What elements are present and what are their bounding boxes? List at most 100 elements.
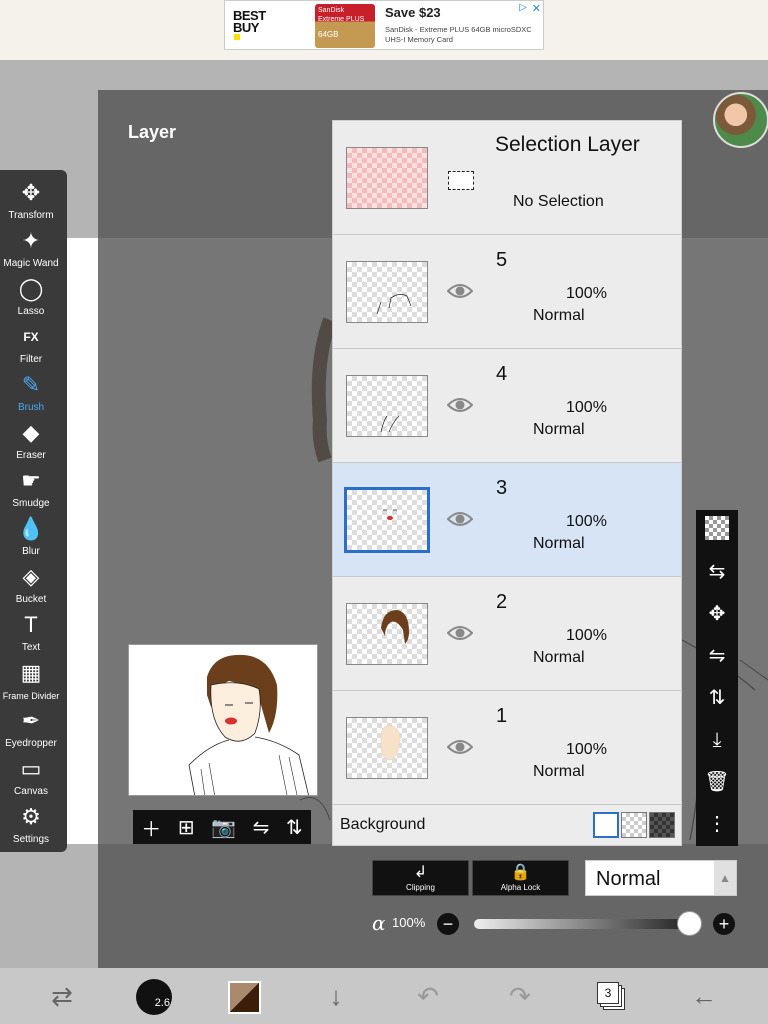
color-swatch[interactable]: [228, 981, 261, 1014]
tool-eraser[interactable]: ◆ Eraser: [0, 418, 62, 466]
tool-text[interactable]: T Text: [0, 610, 62, 658]
magic-wand-icon: ✦: [21, 228, 41, 253]
layer-thumbnail: [346, 261, 428, 323]
layer-blend-mode: Normal: [533, 307, 585, 324]
back-arrow-icon[interactable]: ←: [686, 978, 722, 1014]
eye-icon[interactable]: [446, 738, 474, 756]
eye-icon[interactable]: [446, 510, 474, 528]
tool-settings[interactable]: ⚙ Settings: [0, 802, 62, 850]
tool-label: Eraser: [16, 450, 46, 461]
user-avatar[interactable]: [713, 92, 768, 148]
tool-smudge[interactable]: ☛ Smudge: [0, 466, 62, 514]
opacity-decrease-button[interactable]: −: [436, 912, 460, 936]
layer-row-2[interactable]: 2 100% Normal: [333, 577, 681, 691]
alpha-symbol: α: [372, 911, 386, 935]
move-layer-icon[interactable]: ✥: [703, 600, 731, 628]
clipping-icon: ↲: [413, 864, 428, 881]
eye-icon[interactable]: [446, 396, 474, 414]
canvas-preview[interactable]: [128, 644, 318, 796]
layer-row-5[interactable]: 5 100% Normal: [333, 235, 681, 349]
swap-layer-icon[interactable]: ⇆: [703, 558, 731, 586]
undo-icon[interactable]: ↶: [410, 978, 446, 1014]
flip-vertical-icon[interactable]: ⇅: [703, 684, 731, 712]
eye-icon[interactable]: [446, 282, 474, 300]
down-arrow-icon[interactable]: ↓: [318, 978, 354, 1014]
layer-thumbnail: [346, 375, 428, 437]
add-layer-icon[interactable]: ＋: [141, 813, 161, 842]
layer-row-4[interactable]: 4 100% Normal: [333, 349, 681, 463]
camera-icon[interactable]: 📷: [211, 815, 236, 840]
tool-label: Bucket: [15, 594, 47, 605]
opacity-slider[interactable]: [474, 919, 690, 929]
redo-icon[interactable]: ↷: [502, 978, 538, 1014]
eye-icon[interactable]: [446, 624, 474, 642]
bottom-toolbar: ⇄ ↓ ↶ ↷ ←: [0, 968, 768, 1024]
layer-opacity: 100%: [566, 627, 607, 644]
canvas-icon: ▭: [20, 756, 42, 781]
opacity-slider-handle[interactable]: [677, 911, 702, 936]
lock-icon: 🔒: [510, 864, 531, 881]
tool-lasso[interactable]: ◯ Lasso: [0, 274, 62, 322]
preview-drawing: [188, 654, 309, 795]
tool-label: Eyedropper: [5, 738, 57, 749]
brush-size-indicator[interactable]: 2.6: [136, 979, 172, 1015]
tool-filter[interactable]: FX Filter: [0, 322, 62, 370]
clipping-button[interactable]: ↲ Clipping: [372, 860, 469, 896]
tool-canvas[interactable]: ▭ Canvas: [0, 754, 62, 802]
tool-blur[interactable]: 💧 Blur: [0, 514, 62, 562]
blend-mode-select[interactable]: Normal ▲: [585, 860, 737, 896]
tool-transform[interactable]: ✥ Transform: [0, 178, 62, 226]
tool-label: Blur: [22, 546, 40, 557]
flip-preview-icon[interactable]: ⇋: [253, 815, 270, 840]
tool-magic-wand[interactable]: ✦ Magic Wand: [0, 226, 62, 274]
layer-opacity: 100%: [566, 741, 607, 758]
tool-bucket[interactable]: ◈ Bucket: [0, 562, 62, 610]
tool-sidebar: ✥ Transform ✦ Magic Wand ◯ Lasso FX Filter ✎ Brus…: [0, 170, 67, 852]
text-icon: T: [24, 612, 38, 637]
opacity-increase-button[interactable]: +: [712, 912, 736, 936]
eraser-icon: ◆: [22, 420, 40, 445]
layer-row-1[interactable]: 1 100% Normal: [333, 691, 681, 805]
background-transparent-swatch[interactable]: [621, 812, 647, 838]
flip-horizontal-icon[interactable]: ⇋: [703, 642, 731, 670]
more-options-icon[interactable]: ⋮: [703, 810, 731, 838]
tool-frame-divider[interactable]: ▦ Frame Divider: [0, 658, 62, 706]
flip-vertical-preview-icon[interactable]: ⇅: [286, 815, 303, 840]
selection-layer-row[interactable]: Selection Layer No Selection: [333, 121, 681, 235]
tool-label: Brush: [17, 402, 45, 413]
background-white-swatch[interactable]: [593, 812, 619, 838]
duplicate-layer-icon[interactable]: ⊞: [178, 815, 195, 840]
layer-thumbnail: [344, 487, 430, 553]
dropdown-arrow-icon[interactable]: ▲: [714, 861, 736, 895]
merge-down-icon[interactable]: ⤓: [703, 726, 731, 754]
brush-eraser-toggle-icon[interactable]: ⇄: [44, 978, 80, 1014]
selection-layer-title: Selection Layer: [495, 133, 640, 156]
layer-name: 2: [496, 591, 508, 613]
bucket-icon: ◈: [22, 564, 40, 589]
fx-icon: FX: [23, 330, 39, 344]
background-row[interactable]: Background: [333, 805, 681, 845]
brush-icon: ✎: [21, 372, 41, 397]
move-icon: ✥: [21, 180, 41, 205]
background-dark-swatch[interactable]: [649, 812, 675, 838]
layer-name: 3: [496, 477, 508, 499]
trash-icon[interactable]: 🗑: [703, 768, 731, 796]
tool-label: Transform: [8, 210, 54, 221]
layer-row-3[interactable]: 3 100% Normal: [333, 463, 681, 577]
tool-label: Magic Wand: [3, 258, 59, 269]
tool-label: Frame Divider: [2, 691, 60, 701]
transparent-fill-icon[interactable]: [705, 516, 729, 540]
alpha-lock-button[interactable]: 🔒 Alpha Lock: [472, 860, 569, 896]
selection-status: No Selection: [513, 193, 604, 210]
selection-layer-thumbnail: [346, 147, 428, 209]
layer-blend-mode: Normal: [533, 535, 585, 552]
eyedropper-icon: ✒: [21, 708, 41, 733]
layer-opacity: 100%: [566, 513, 607, 530]
layers-button[interactable]: 3: [597, 982, 625, 1010]
clipping-label: Clipping: [406, 883, 435, 892]
tool-eyedropper[interactable]: ✒ Eyedropper: [0, 706, 62, 754]
selection-marquee-icon: [448, 171, 474, 190]
alpha-value: 100%: [392, 915, 426, 930]
tool-label: Filter: [19, 354, 43, 365]
tool-brush[interactable]: ✎ Brush: [0, 370, 62, 418]
